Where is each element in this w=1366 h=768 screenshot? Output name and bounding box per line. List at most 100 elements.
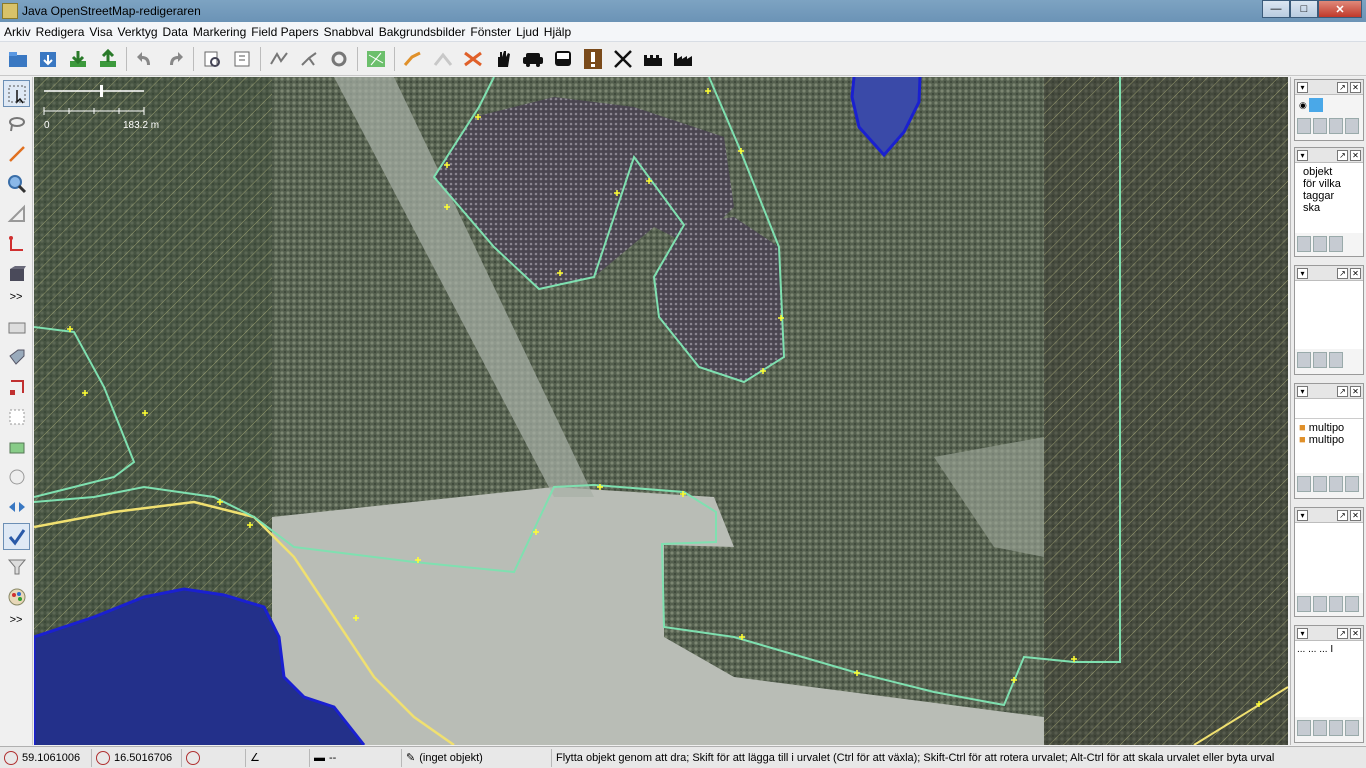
cursor-icon: ✎ (406, 752, 416, 764)
car-icon[interactable] (518, 45, 548, 73)
detach-icon[interactable]: ↗ (1337, 509, 1348, 521)
selection-filter-input[interactable] (1295, 399, 1363, 419)
delete-icon[interactable] (458, 45, 488, 73)
layers-icon[interactable] (3, 313, 30, 340)
title-bar: Java OpenStreetMap-redigeraren — □ ✕ (0, 0, 1366, 22)
collapse-icon[interactable]: ▾ (1297, 509, 1308, 521)
layers-dialog: ▾ ↗ ✕ ◉ (1294, 79, 1364, 141)
filter-dialog: ▾ ↗ ✕ ... ... ... I (1294, 625, 1364, 743)
redo-icon[interactable] (160, 45, 190, 73)
toolbar-separator (126, 47, 127, 71)
close-icon[interactable]: ✕ (1350, 509, 1361, 521)
collapse-icon[interactable]: ▾ (1297, 385, 1308, 397)
list-item[interactable]: ■ multipo (1299, 422, 1363, 434)
upload-icon[interactable] (93, 45, 123, 73)
latitude-field: 59.1061006 (0, 748, 92, 767)
open-icon[interactable] (3, 45, 33, 73)
collapse-icon[interactable]: ▾ (1297, 81, 1308, 93)
merge-icon[interactable] (428, 45, 458, 73)
bus-icon[interactable] (548, 45, 578, 73)
factory-icon[interactable] (668, 45, 698, 73)
zoom-icon[interactable] (3, 170, 30, 197)
close-icon[interactable]: ✕ (1350, 149, 1361, 161)
building-icon[interactable] (3, 260, 30, 287)
menu-redigera[interactable]: Redigera (36, 25, 90, 39)
warning-icon[interactable] (578, 45, 608, 73)
delete-mode-icon[interactable] (3, 200, 30, 227)
detach-icon[interactable]: ↗ (1337, 149, 1348, 161)
minimize-button[interactable]: — (1262, 0, 1290, 18)
filter-panel-icon[interactable] (3, 553, 30, 580)
download-icon[interactable] (63, 45, 93, 73)
draw-icon[interactable] (398, 45, 428, 73)
menu-ljud[interactable]: Ljud (516, 25, 544, 39)
longitude-icon (96, 750, 110, 765)
compass-icon (186, 750, 200, 765)
menu-fonster[interactable]: Fönster (470, 25, 516, 39)
extrude-icon[interactable] (3, 230, 30, 257)
draw-way-icon[interactable] (3, 140, 30, 167)
close-icon[interactable]: ✕ (1350, 627, 1361, 639)
hand-icon[interactable] (488, 45, 518, 73)
lasso-icon[interactable] (3, 110, 30, 137)
collapse-icon[interactable]: ▾ (1297, 149, 1308, 161)
maximize-button[interactable]: □ (1290, 0, 1318, 18)
collapse-icon[interactable]: ▾ (1297, 627, 1308, 639)
history-panel-icon[interactable] (3, 433, 30, 460)
menu-snabbval[interactable]: Snabbval (324, 25, 379, 39)
selection-dialog: ▾ ↗ ✕ ■ multipo ■ multipo (1294, 383, 1364, 499)
detach-icon[interactable]: ↗ (1337, 81, 1348, 93)
filter-text: ... ... ... I (1297, 644, 1334, 655)
select-tool-icon[interactable] (3, 80, 30, 107)
menu-visa[interactable]: Visa (89, 25, 117, 39)
latitude-icon (4, 750, 18, 765)
close-button[interactable]: ✕ (1318, 0, 1362, 18)
conflicts-panel-icon[interactable] (3, 493, 30, 520)
undo-icon[interactable] (130, 45, 160, 73)
help-text: Flytta objekt genom att dra; Skift för a… (556, 751, 1275, 764)
map-canvas[interactable] (34, 77, 1288, 745)
detach-icon[interactable]: ↗ (1337, 385, 1348, 397)
wireframe-icon[interactable] (264, 45, 294, 73)
collapse-icon[interactable]: ▾ (1297, 267, 1308, 279)
preferences-icon[interactable] (197, 45, 227, 73)
castle-icon[interactable] (638, 45, 668, 73)
split-icon[interactable] (294, 45, 324, 73)
selection-panel-icon[interactable] (3, 403, 30, 430)
commands-panel-icon[interactable] (3, 463, 30, 490)
menu-field-papers[interactable]: Field Papers (251, 25, 323, 39)
menu-bakgrundsbilder[interactable]: Bakgrundsbilder (379, 25, 471, 39)
more-panels-button[interactable]: >> (0, 613, 32, 627)
map-view[interactable]: 0 183.2 m (34, 77, 1288, 745)
mode-toolbar: >> >> (0, 77, 33, 745)
tags-text-line: ska (1303, 202, 1321, 214)
map-icon[interactable] (361, 45, 391, 73)
tags-panel-icon[interactable] (3, 343, 30, 370)
detach-icon[interactable]: ↗ (1337, 267, 1348, 279)
menu-arkiv[interactable]: Arkiv (4, 25, 36, 39)
save-icon[interactable] (33, 45, 63, 73)
scale-min-label: 0 (44, 120, 50, 131)
close-icon[interactable]: ✕ (1350, 385, 1361, 397)
menu-hjalp[interactable]: Hjälp (544, 25, 576, 39)
menu-markering[interactable]: Markering (193, 25, 251, 39)
close-icon[interactable]: ✕ (1350, 267, 1361, 279)
list-item[interactable]: ■ multipo (1299, 434, 1363, 446)
menu-data[interactable]: Data (163, 25, 193, 39)
close-icon[interactable]: ✕ (1350, 81, 1361, 93)
more-tools-button[interactable]: >> (0, 290, 32, 304)
refresh-icon[interactable] (324, 45, 354, 73)
restaurant-icon[interactable] (608, 45, 638, 73)
scale-max-label: 183.2 m (123, 120, 160, 131)
layer-active-icon[interactable] (1308, 98, 1323, 112)
validation-panel-icon[interactable] (3, 523, 30, 550)
relations-panel-icon[interactable] (3, 373, 30, 400)
eye-icon[interactable]: ◉ (1299, 100, 1307, 111)
multipolygon-icon: ■ (1299, 422, 1306, 434)
tag-icon[interactable] (227, 45, 257, 73)
detach-icon[interactable]: ↗ (1337, 627, 1348, 639)
menu-verktyg[interactable]: Verktyg (118, 25, 163, 39)
toolbar-separator (193, 47, 194, 71)
map-paint-icon[interactable] (3, 583, 30, 610)
toolbar-separator (357, 47, 358, 71)
